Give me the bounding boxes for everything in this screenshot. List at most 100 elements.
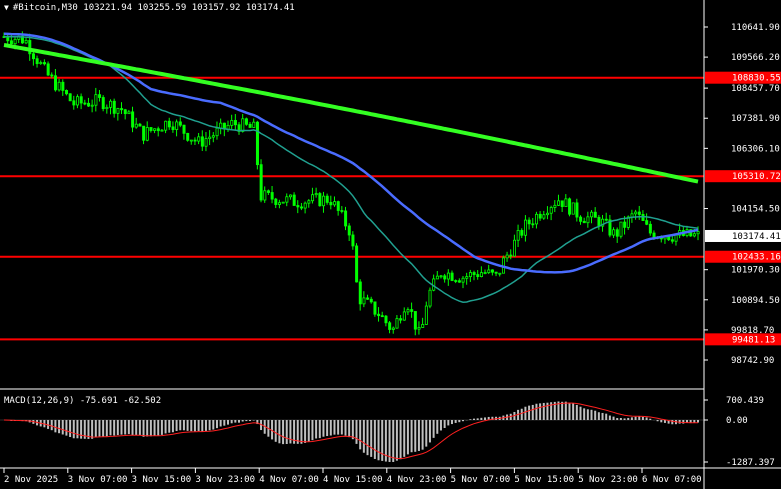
candle-body <box>505 254 509 259</box>
candle-body <box>590 211 594 218</box>
candle-body <box>402 311 406 321</box>
candle-body <box>105 106 109 110</box>
candle-body <box>524 219 528 236</box>
candle-body <box>549 207 553 214</box>
candle-body <box>9 40 13 45</box>
candle-body <box>535 213 539 225</box>
candle-body <box>208 136 212 140</box>
candle-body <box>670 239 674 242</box>
candle-body <box>395 318 399 329</box>
candle-body <box>384 315 388 324</box>
candle-body <box>211 135 215 138</box>
level-price-label: 102433.16 <box>732 253 781 263</box>
candle-body <box>289 194 293 198</box>
candle-body <box>167 120 171 128</box>
candle-body <box>292 194 296 206</box>
candle-body <box>443 275 447 280</box>
macd-title: MACD(12,26,9) -75.691 -62.502 <box>4 396 162 406</box>
candle-body <box>413 311 417 330</box>
candle-body <box>42 62 46 65</box>
candle-body <box>101 97 105 110</box>
candle-body <box>35 58 39 65</box>
price-tick-label: 98742.90 <box>731 356 774 366</box>
macd-tick-label: 0.00 <box>726 416 748 426</box>
candle-body <box>303 202 307 209</box>
candle-body <box>472 272 476 275</box>
price-tick-label: 107381.90 <box>731 114 780 124</box>
candle-body <box>24 40 28 44</box>
price-tick-label: 104154.50 <box>731 205 780 215</box>
candle-body <box>344 210 348 227</box>
candle-body <box>244 118 248 125</box>
low-value: 103157.92 <box>191 3 241 13</box>
candle-body <box>461 277 465 283</box>
candle-body <box>277 202 281 205</box>
candle-body <box>230 120 234 126</box>
candle-body <box>138 123 142 127</box>
candle-body <box>538 213 542 219</box>
candle-body <box>333 201 337 206</box>
candle-body <box>145 127 149 141</box>
candle-body <box>531 223 535 226</box>
level-price-label: 105310.72 <box>732 172 781 182</box>
candle-body <box>171 126 175 130</box>
candle-body <box>79 96 83 104</box>
candle-body <box>325 195 329 203</box>
candle-body <box>377 313 381 317</box>
candle-body <box>454 280 458 282</box>
symbol-ohlc-header: ▼ #Bitcoin,M30 103221.94 103255.59 103157… <box>4 3 295 13</box>
candle-body <box>347 225 351 236</box>
candle-body <box>13 38 17 45</box>
candle-body <box>619 221 623 237</box>
candle-body <box>553 204 557 208</box>
candle-body <box>65 90 69 95</box>
dropdown-caret-icon[interactable]: ▼ <box>4 3 9 12</box>
candle-body <box>193 139 197 142</box>
candle-body <box>410 309 414 312</box>
candle-body <box>479 272 483 277</box>
trading-chart[interactable]: 110641.90 109566.20 108457.70 107381.90 1063… <box>0 0 781 489</box>
price-tick-label: 109566.20 <box>731 53 780 63</box>
candle-body <box>648 223 652 234</box>
high-value: 103255.59 <box>137 3 187 13</box>
candle-body <box>388 322 392 330</box>
candle-body <box>156 128 160 132</box>
candle-body <box>516 230 520 241</box>
candle-body <box>259 164 263 201</box>
candle-body <box>175 121 179 130</box>
candle-body <box>358 281 362 305</box>
candle-body <box>457 280 461 283</box>
candle-body <box>322 195 326 207</box>
candle-body <box>263 190 267 201</box>
candle-body <box>366 297 370 300</box>
candle-body <box>380 315 384 318</box>
time-tick-label: 4 Nov 23:00 <box>387 475 447 485</box>
candle-body <box>520 230 524 236</box>
candle-body <box>31 53 35 60</box>
candle-body <box>575 202 579 218</box>
open-value: 103221.94 <box>83 3 133 13</box>
candle-body <box>50 74 54 77</box>
candle-body <box>329 201 333 206</box>
candle-body <box>57 81 61 91</box>
candle-body <box>527 219 531 225</box>
candle-body <box>160 129 164 132</box>
candle-body <box>494 271 498 274</box>
candle-body <box>307 200 311 204</box>
candle-body <box>498 272 502 275</box>
current-price-label: 103174.41 <box>732 232 781 242</box>
candle-body <box>274 198 278 205</box>
candle-body <box>597 216 601 227</box>
candle-body <box>134 123 138 128</box>
candle-body <box>373 301 377 315</box>
candle-body <box>248 123 252 128</box>
candle-body <box>424 305 428 325</box>
candle-body <box>546 212 550 216</box>
candle-body <box>487 269 491 273</box>
candle-body <box>252 121 256 128</box>
candle-body <box>435 275 439 280</box>
candle-body <box>446 272 450 280</box>
candle-body <box>399 318 403 321</box>
candle-body <box>513 239 517 257</box>
close-value: 103174.41 <box>245 3 295 13</box>
